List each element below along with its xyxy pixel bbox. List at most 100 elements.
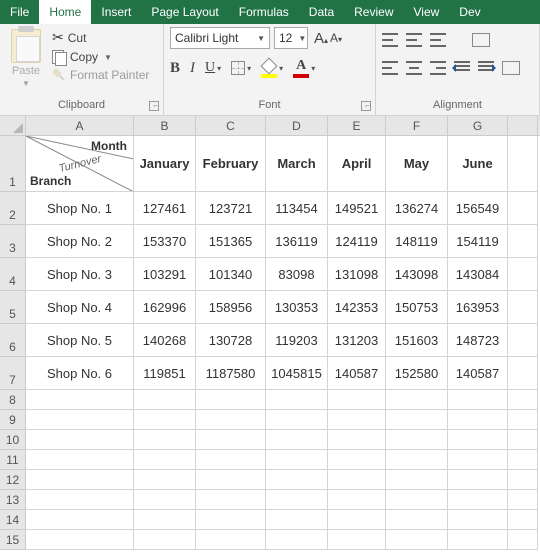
cell[interactable]: [328, 510, 386, 530]
cell[interactable]: [386, 390, 448, 410]
cell[interactable]: 130353: [266, 291, 328, 324]
cell[interactable]: [508, 357, 538, 390]
cell[interactable]: 150753: [386, 291, 448, 324]
cell[interactable]: [386, 410, 448, 430]
cell[interactable]: [386, 510, 448, 530]
cell[interactable]: 119851: [134, 357, 196, 390]
cell[interactable]: [266, 490, 328, 510]
align-middle-button[interactable]: [406, 33, 422, 47]
cell[interactable]: [508, 410, 538, 430]
cell[interactable]: [134, 390, 196, 410]
align-bottom-button[interactable]: [430, 33, 446, 47]
cell[interactable]: [26, 450, 134, 470]
cell[interactable]: 162996: [134, 291, 196, 324]
row-header[interactable]: 15: [0, 530, 26, 550]
cell[interactable]: May: [386, 136, 448, 192]
align-center-button[interactable]: [406, 61, 422, 75]
cell[interactable]: [26, 410, 134, 430]
cell[interactable]: 149521: [328, 192, 386, 225]
cell[interactable]: 83098: [266, 258, 328, 291]
cell[interactable]: 140587: [328, 357, 386, 390]
cell[interactable]: [26, 490, 134, 510]
cell[interactable]: 158956: [196, 291, 266, 324]
tab-page-layout[interactable]: Page Layout: [141, 0, 228, 24]
cell[interactable]: [266, 510, 328, 530]
column-header[interactable]: D: [266, 116, 328, 135]
fill-color-button[interactable]: ▾: [261, 59, 283, 78]
cell[interactable]: [196, 450, 266, 470]
cell[interactable]: February: [196, 136, 266, 192]
select-all-cell[interactable]: [0, 116, 26, 135]
cell[interactable]: 123721: [196, 192, 266, 225]
cell-diagonal-header[interactable]: MonthTurnoverBranch: [26, 136, 134, 192]
tab-data[interactable]: Data: [299, 0, 344, 24]
cell[interactable]: [508, 324, 538, 357]
tab-view[interactable]: View: [404, 0, 450, 24]
cell[interactable]: 154119: [448, 225, 508, 258]
cell[interactable]: [328, 470, 386, 490]
cell[interactable]: [386, 450, 448, 470]
paste-button[interactable]: Paste ▼: [6, 27, 46, 88]
cell[interactable]: 124119: [328, 225, 386, 258]
cell[interactable]: [508, 530, 538, 550]
cell[interactable]: [196, 490, 266, 510]
cell[interactable]: [508, 450, 538, 470]
cell[interactable]: [26, 430, 134, 450]
cell[interactable]: [448, 470, 508, 490]
align-right-button[interactable]: [430, 61, 446, 75]
row-header[interactable]: 10: [0, 430, 26, 450]
cell[interactable]: [328, 390, 386, 410]
cell[interactable]: January: [134, 136, 196, 192]
cell[interactable]: 152580: [386, 357, 448, 390]
cell[interactable]: [266, 450, 328, 470]
row-header[interactable]: 11: [0, 450, 26, 470]
column-header[interactable]: F: [386, 116, 448, 135]
row-header[interactable]: 14: [0, 510, 26, 530]
tab-review[interactable]: Review: [344, 0, 403, 24]
cell[interactable]: 101340: [196, 258, 266, 291]
increase-indent-button[interactable]: [478, 61, 494, 75]
cell[interactable]: March: [266, 136, 328, 192]
cell[interactable]: 148119: [386, 225, 448, 258]
row-header[interactable]: 1: [0, 136, 26, 192]
cell[interactable]: [134, 490, 196, 510]
row-header[interactable]: 3: [0, 225, 26, 258]
decrease-indent-button[interactable]: [454, 61, 470, 75]
bold-button[interactable]: B: [170, 60, 180, 77]
borders-button[interactable]: ▾: [231, 61, 251, 75]
cell[interactable]: [196, 430, 266, 450]
tab-dev[interactable]: Dev: [449, 0, 490, 24]
cell[interactable]: [328, 450, 386, 470]
row-header[interactable]: 9: [0, 410, 26, 430]
cell[interactable]: [328, 410, 386, 430]
cell[interactable]: 151365: [196, 225, 266, 258]
cell[interactable]: [508, 430, 538, 450]
cell[interactable]: [266, 470, 328, 490]
cell[interactable]: [328, 430, 386, 450]
cell[interactable]: [266, 530, 328, 550]
cell[interactable]: [328, 490, 386, 510]
cell[interactable]: 127461: [134, 192, 196, 225]
font-color-button[interactable]: A ▾: [293, 58, 315, 78]
row-header[interactable]: 2: [0, 192, 26, 225]
cell[interactable]: [266, 430, 328, 450]
cell[interactable]: [386, 490, 448, 510]
row-header[interactable]: 12: [0, 470, 26, 490]
cell[interactable]: Shop No. 4: [26, 291, 134, 324]
cell[interactable]: 1045815: [266, 357, 328, 390]
cell[interactable]: 142353: [328, 291, 386, 324]
dialog-launcher-icon[interactable]: ⌐: [361, 101, 371, 111]
cell[interactable]: 119203: [266, 324, 328, 357]
column-header[interactable]: E: [328, 116, 386, 135]
cell[interactable]: [134, 430, 196, 450]
cell[interactable]: [134, 410, 196, 430]
row-header[interactable]: 5: [0, 291, 26, 324]
cell[interactable]: 143098: [386, 258, 448, 291]
cell[interactable]: 136119: [266, 225, 328, 258]
cell[interactable]: [386, 470, 448, 490]
column-header[interactable]: C: [196, 116, 266, 135]
column-header[interactable]: A: [26, 116, 134, 135]
cell[interactable]: [448, 410, 508, 430]
cell[interactable]: [134, 450, 196, 470]
cell[interactable]: [508, 291, 538, 324]
